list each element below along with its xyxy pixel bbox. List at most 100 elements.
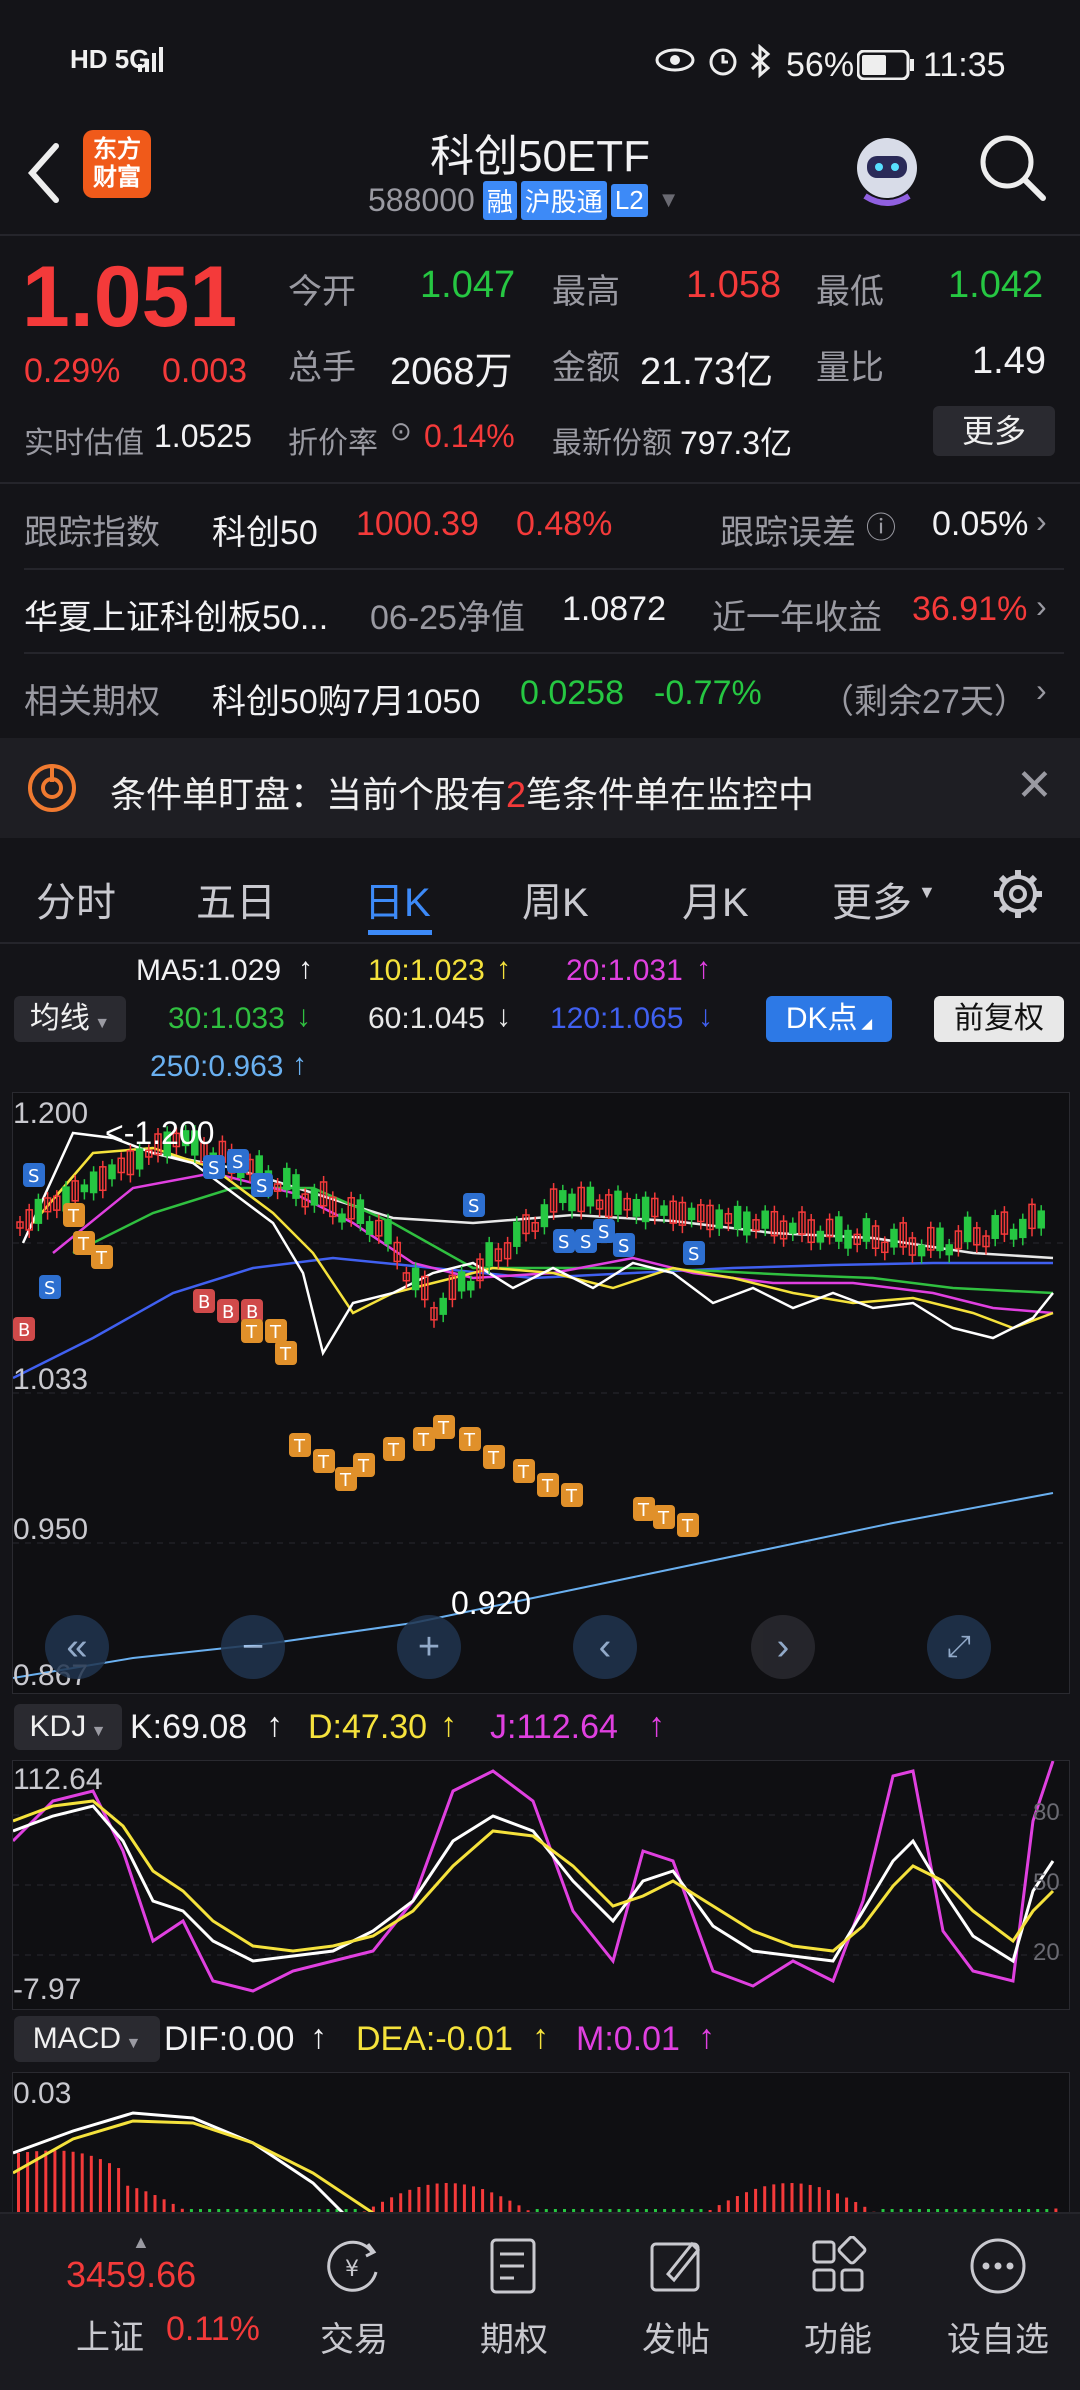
macd-bar xyxy=(462,2184,466,2213)
tab-monthly-k[interactable]: 月K xyxy=(682,870,749,928)
tab-five-day[interactable]: 五日 xyxy=(196,870,276,928)
nav-post[interactable]: 发帖 xyxy=(616,2312,736,2361)
iopv-label: 实时估值 xyxy=(24,427,144,460)
search-icon[interactable] xyxy=(975,130,1049,209)
chevron-right-icon[interactable]: › xyxy=(1036,588,1047,625)
up-arrow-icon: ↑ xyxy=(698,2018,715,2056)
candle-body xyxy=(89,1171,98,1194)
robot-assistant-icon[interactable] xyxy=(845,128,929,217)
more-button[interactable]: 更多 xyxy=(933,406,1055,456)
one-year-return-label: 近一年收益 xyxy=(712,599,882,637)
discount-value: 0.14% xyxy=(424,418,515,454)
badge-margin: 融 xyxy=(482,180,517,220)
ma-dropdown[interactable]: 均线 ▼ xyxy=(14,996,126,1042)
post-icon[interactable] xyxy=(646,2236,706,2301)
scroll-right-icon[interactable]: › xyxy=(751,1615,815,1679)
signal-marker-letter: S xyxy=(580,1232,591,1253)
zoom-in-icon[interactable]: + xyxy=(397,1615,461,1679)
candle-body xyxy=(963,1216,972,1243)
signal-marker-letter: T xyxy=(387,1440,400,1461)
macd-bar xyxy=(98,2159,102,2213)
macd-bar xyxy=(126,2185,130,2213)
signal-marker-letter: T xyxy=(417,1430,430,1451)
macd-chart[interactable]: 0.03 xyxy=(12,2072,1070,2214)
chevron-right-icon[interactable]: › xyxy=(1036,503,1047,540)
macd-bar xyxy=(108,2163,111,2213)
signal-marker-letter: S xyxy=(618,1236,629,1257)
chevron-down-icon[interactable]: ▼ xyxy=(658,187,680,213)
signal-marker-letter: S xyxy=(688,1244,699,1265)
macd-bar xyxy=(735,2196,739,2213)
functions-icon[interactable] xyxy=(808,2235,868,2301)
candle-body xyxy=(485,1242,493,1267)
signal-marker-letter: B xyxy=(18,1320,30,1341)
amount-value: 21.73亿 xyxy=(640,351,774,393)
macd-m: M:0.01 xyxy=(576,2020,680,2058)
info-icon[interactable]: ⊙ xyxy=(390,416,412,447)
adjust-forward-button[interactable]: 前复权 xyxy=(934,996,1064,1042)
more-options-icon[interactable] xyxy=(968,2236,1028,2301)
index-name[interactable]: 上证 xyxy=(76,2310,144,2359)
rewind-icon[interactable]: « xyxy=(45,1615,109,1679)
ma5-legend: MA5:1.029 xyxy=(136,954,282,987)
signal-marker-letter: T xyxy=(463,1430,476,1451)
low-value: 1.042 xyxy=(948,264,1044,306)
signal-marker-letter: T xyxy=(279,1344,292,1365)
nav-options[interactable]: 期权 xyxy=(454,2312,574,2361)
fullscreen-icon[interactable]: ⤢ xyxy=(927,1615,991,1679)
kdj-ref-80: 80 xyxy=(1033,1799,1060,1826)
candle-body xyxy=(384,1218,392,1245)
tab-more[interactable]: 更多 xyxy=(832,870,912,928)
eye-icon xyxy=(655,47,695,78)
macd-bar xyxy=(435,2183,439,2213)
tab-intraday[interactable]: 分时 xyxy=(36,870,116,928)
chevron-right-icon[interactable]: › xyxy=(1036,672,1047,709)
tab-daily-k[interactable]: 日K xyxy=(364,870,431,928)
option-name[interactable]: 科创50购7月1050 xyxy=(212,674,480,723)
zoom-out-icon[interactable]: − xyxy=(221,1615,285,1679)
candle-body xyxy=(641,1196,650,1223)
trade-icon[interactable]: ¥ xyxy=(324,2236,384,2301)
svg-text:¥: ¥ xyxy=(345,2257,359,2282)
macd-bar xyxy=(799,2183,803,2213)
macd-bar xyxy=(408,2189,412,2213)
options-icon[interactable] xyxy=(484,2236,544,2301)
kdj-axis-bottom: -7.97 xyxy=(13,1973,82,2006)
dk-points-button[interactable]: DK点 ◢ xyxy=(766,996,892,1042)
macd-bar xyxy=(490,2192,494,2213)
macd-bar xyxy=(781,2183,785,2213)
down-arrow-icon: ↓ xyxy=(496,1000,511,1033)
signal-marker-letter: T xyxy=(541,1476,554,1497)
close-icon[interactable]: ✕ xyxy=(1016,760,1053,811)
scroll-left-icon[interactable]: ‹ xyxy=(573,1615,637,1679)
down-arrow-icon: ↓ xyxy=(698,1000,713,1033)
nav-add-watchlist[interactable]: 设自选 xyxy=(938,2312,1058,2361)
candle-body xyxy=(108,1164,116,1180)
gear-icon[interactable] xyxy=(990,866,1046,927)
fund-name[interactable]: 华夏上证科创板50... xyxy=(24,590,328,639)
nav-value: 1.0872 xyxy=(562,590,666,628)
candle-body xyxy=(936,1227,944,1252)
nav-trade[interactable]: 交易 xyxy=(294,2312,414,2361)
candle-body xyxy=(715,1209,723,1229)
index-value[interactable]: 3459.66 xyxy=(66,2254,196,2296)
high-value: 1.058 xyxy=(686,264,782,306)
macd-bar xyxy=(790,2183,794,2213)
nav-functions[interactable]: 功能 xyxy=(778,2312,898,2361)
candlestick-chart[interactable]: SSTTTSSSSSSSSSBBBBTTTTTTTTTTTTTTTTTT 1.2… xyxy=(12,1092,1070,1694)
kdj-chart[interactable]: 112.64 -7.97 80 50 20 xyxy=(11,1760,1070,2010)
kdj-d: D:47.30 xyxy=(308,1708,428,1746)
discount-label: 折价率 xyxy=(288,427,378,460)
track-index-name[interactable]: 科创50 xyxy=(212,505,318,554)
macd-bar xyxy=(453,2183,457,2213)
help-icon[interactable]: ⓘ xyxy=(866,503,896,547)
macd-bar xyxy=(417,2186,421,2213)
macd-dropdown[interactable]: MACD ▼ xyxy=(14,2016,160,2062)
tab-weekly-k[interactable]: 周K xyxy=(522,870,589,928)
candle-body xyxy=(743,1211,751,1236)
candle-body xyxy=(1019,1218,1027,1239)
signal-marker-letter: T xyxy=(565,1486,578,1507)
kdj-dropdown[interactable]: KDJ ▼ xyxy=(14,1704,122,1750)
candle-body xyxy=(540,1204,549,1228)
condition-order-banner[interactable]: 条件单盯盘：当前个股有2笔条件单在监控中 ✕ xyxy=(0,738,1080,838)
